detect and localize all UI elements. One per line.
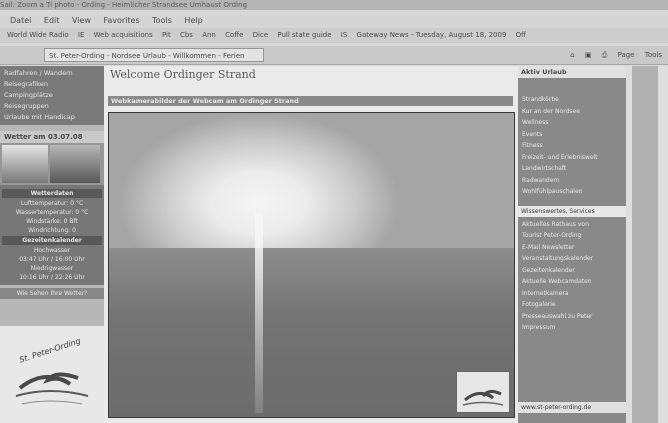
right-nav-item[interactable]: Events <box>518 129 626 141</box>
weather-line: Windstärke: 0 Bft <box>26 218 78 225</box>
right-nav-item[interactable]: Internetkamera <box>518 288 626 300</box>
page-menu[interactable]: Page <box>618 51 635 59</box>
weather-line: Lufttemperatur: 0 °C <box>20 200 84 207</box>
bookmark-item[interactable]: Web acquisitions <box>94 28 153 43</box>
weather-heading: Wetter am 03.07.08 <box>0 131 104 143</box>
webcam-logo-icon <box>456 371 510 413</box>
right-nav-item[interactable]: Tourist Peter-Ording <box>518 230 626 242</box>
weather-link[interactable]: Wie Sehen Ihre Wetter? <box>0 288 104 299</box>
left-sidebar: Radfahren / Wandern Reisegrafiken Campin… <box>0 66 104 423</box>
right-nav-item[interactable]: Veranstaltungskalender <box>518 253 626 265</box>
right-nav-list-2: Aktuelles Rathaus von Tourist Peter-Ordi… <box>518 217 626 336</box>
left-menu-item[interactable]: Urlaube mit Handicap <box>0 112 104 123</box>
page-title: Welcome Ordinger Strand <box>110 68 256 81</box>
menu-favorites[interactable]: Favorites <box>103 16 139 25</box>
right-nav-section: Wissenswertes, Services <box>518 205 626 217</box>
webcam-sky <box>109 113 514 248</box>
right-nav-item[interactable]: Gezeitenkalender <box>518 265 626 277</box>
tide-line: 03:47 Uhr / 16:00 Uhr <box>19 256 85 263</box>
home-icon[interactable]: ⌂ <box>570 51 574 59</box>
bookmark-item[interactable]: IE <box>78 28 85 43</box>
menu-file[interactable]: Datei <box>10 16 31 25</box>
window-title: Sail: Zoom a Ti photo - Ording - Heimlic… <box>0 1 247 9</box>
weather-thumbnail[interactable] <box>2 145 48 183</box>
bookmark-item[interactable]: Pit <box>162 28 171 43</box>
wave-logo-icon <box>15 372 89 405</box>
right-nav-item[interactable]: Aktuelle Webcamdaten <box>518 276 626 288</box>
sun-reflection <box>255 213 263 413</box>
bookmark-item[interactable]: World Wide Radio <box>7 28 69 43</box>
menu-view[interactable]: View <box>72 16 91 25</box>
right-nav-item[interactable]: E-Mail Newsletter <box>518 242 626 254</box>
favorites-bar: World Wide Radio IE Web acquisitions Pit… <box>0 28 668 43</box>
bookmark-item[interactable]: Cbs <box>180 28 193 43</box>
menu-tools[interactable]: Tools <box>152 16 172 25</box>
bookmark-item[interactable]: Gateway News - Tuesday, August 18, 2009 <box>357 28 507 43</box>
right-nav-item[interactable]: Landwirtschaft <box>518 163 626 175</box>
command-bar: ⌂ ▣ ⎙ Page Tools <box>562 48 662 62</box>
right-nav-item[interactable]: Wellness <box>518 117 626 129</box>
bookmark-item[interactable]: Pull state guide <box>277 28 331 43</box>
left-menu: Radfahren / Wandern Reisegrafiken Campin… <box>0 66 104 125</box>
left-menu-item[interactable]: Reisegrafiken <box>0 79 104 90</box>
webcam-image[interactable] <box>108 112 515 418</box>
scrollbar[interactable] <box>632 66 658 423</box>
main-content: Welcome Ordinger Strand Webkamerabilder … <box>104 66 518 423</box>
bookmark-item[interactable]: Ann <box>202 28 216 43</box>
feeds-icon[interactable]: ▣ <box>585 51 592 59</box>
right-nav-list: Strandkörbe Kur an der Nordsee Wellness … <box>518 78 626 200</box>
right-nav-heading: Aktiv Urlaub <box>518 66 626 78</box>
bookmark-item[interactable]: IS <box>341 28 348 43</box>
browser-tab[interactable]: St. Peter-Ording - Nordsee Urlaub - Will… <box>44 48 264 62</box>
right-nav-item[interactable]: Fotogalerie <box>518 299 626 311</box>
right-sidebar: Aktiv Urlaub Strandkörbe Kur an der Nord… <box>518 66 626 423</box>
weather-subheading: Wetterdaten <box>2 189 102 198</box>
right-nav-item[interactable]: Aktuelles Rathaus von <box>518 219 626 231</box>
right-nav-item[interactable]: Fitness <box>518 140 626 152</box>
bookmark-item[interactable]: Coffe <box>225 28 243 43</box>
left-menu-item[interactable]: Reisegruppen <box>0 101 104 112</box>
left-menu-item[interactable]: Radfahren / Wandern <box>0 68 104 79</box>
right-nav-item[interactable]: Freizeit- und Erlebniswelt <box>518 152 626 164</box>
bookmark-item[interactable]: Dice <box>253 28 269 43</box>
bookmark-item[interactable]: Off <box>516 28 526 43</box>
right-nav-item[interactable]: Kur an der Nordsee <box>518 106 626 118</box>
right-nav-item[interactable]: Wohlfühlpauschalen <box>518 186 626 198</box>
menu-help[interactable]: Help <box>184 16 202 25</box>
tide-line: Niedrigwasser <box>30 265 74 272</box>
site-url-link[interactable]: www.st-peter-ording.de <box>518 402 626 413</box>
menu-edit[interactable]: Edit <box>44 16 60 25</box>
weather-line: Wassertemperatur: 0 °C <box>15 209 89 216</box>
menu-bar: Datei Edit View Favorites Tools Help <box>0 14 668 28</box>
right-nav-item[interactable]: Impressum <box>518 322 626 334</box>
weather-line: Windrichtung: 0 <box>28 227 76 234</box>
right-nav-item[interactable]: Presseauswahl zu Peter <box>518 311 626 323</box>
tide-line: 10:16 Uhr / 22:26 Uhr <box>19 274 85 281</box>
right-nav-item[interactable]: Strandkörbe <box>518 94 626 106</box>
tools-menu[interactable]: Tools <box>645 51 662 59</box>
left-menu-item[interactable]: Campingplätze <box>0 90 104 101</box>
right-nav-item[interactable]: Radwandern <box>518 175 626 187</box>
print-icon[interactable]: ⎙ <box>602 51 608 59</box>
tide-line: Hochwasser <box>33 247 71 254</box>
tides-heading: Gezeitenkalender <box>2 236 102 245</box>
weather-box: Wetterdaten Lufttemperatur: 0 °C Wassert… <box>0 185 104 285</box>
weather-thumbnail[interactable] <box>50 145 100 183</box>
webcam-beach <box>109 248 514 417</box>
page-viewport: Radfahren / Wandern Reisegrafiken Campin… <box>0 66 668 423</box>
spo-logo[interactable]: St. Peter-Ording <box>0 326 104 423</box>
tab-bar: St. Peter-Ording - Nordsee Urlaub - Will… <box>0 46 668 65</box>
window-title-bar: Sail: Zoom a Ti photo - Ording - Heimlic… <box>0 0 668 10</box>
weather-thumbnails <box>0 143 104 185</box>
webcam-heading: Webkamerabilder der Webcam am Ordinger S… <box>108 96 513 106</box>
